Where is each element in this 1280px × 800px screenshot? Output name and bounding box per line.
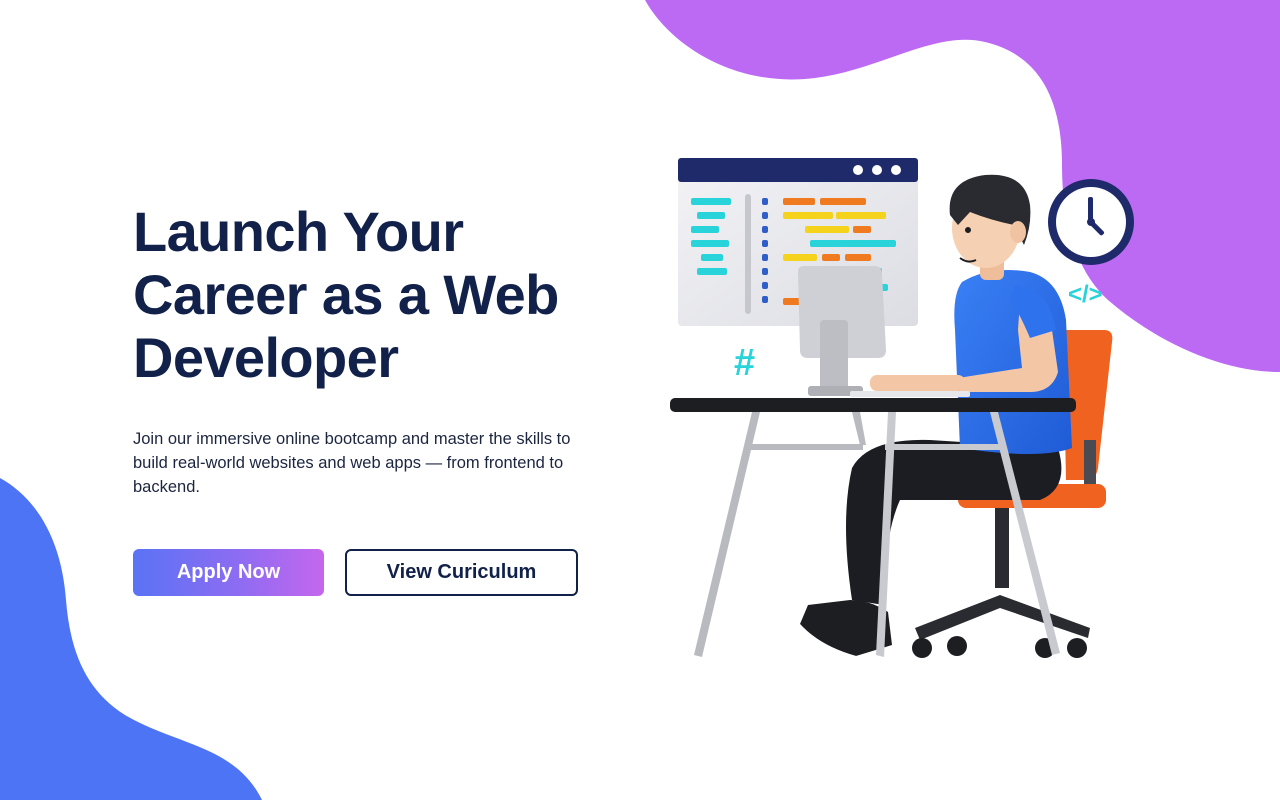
hash-symbol: # [734,342,755,384]
apply-now-button[interactable]: Apply Now [133,549,324,596]
developer-illustration: # </> [670,158,1134,662]
clock-icon [1048,179,1134,265]
headline-line-1: Launch Your [133,200,464,263]
view-curriculum-button[interactable]: View Curiculum [345,549,578,596]
hero-subtitle: Join our immersive online bootcamp and m… [133,430,571,496]
hero-section: Launch Your Career as a Web Developer Jo… [133,200,603,596]
headline-line-2: Career as a Web [133,263,559,326]
headline-line-3: Developer [133,326,399,389]
cta-group: Apply Now View Curiculum [133,549,603,596]
page-title: Launch Your Career as a Web Developer [133,200,603,389]
code-tag-icon: </> [1068,281,1103,308]
